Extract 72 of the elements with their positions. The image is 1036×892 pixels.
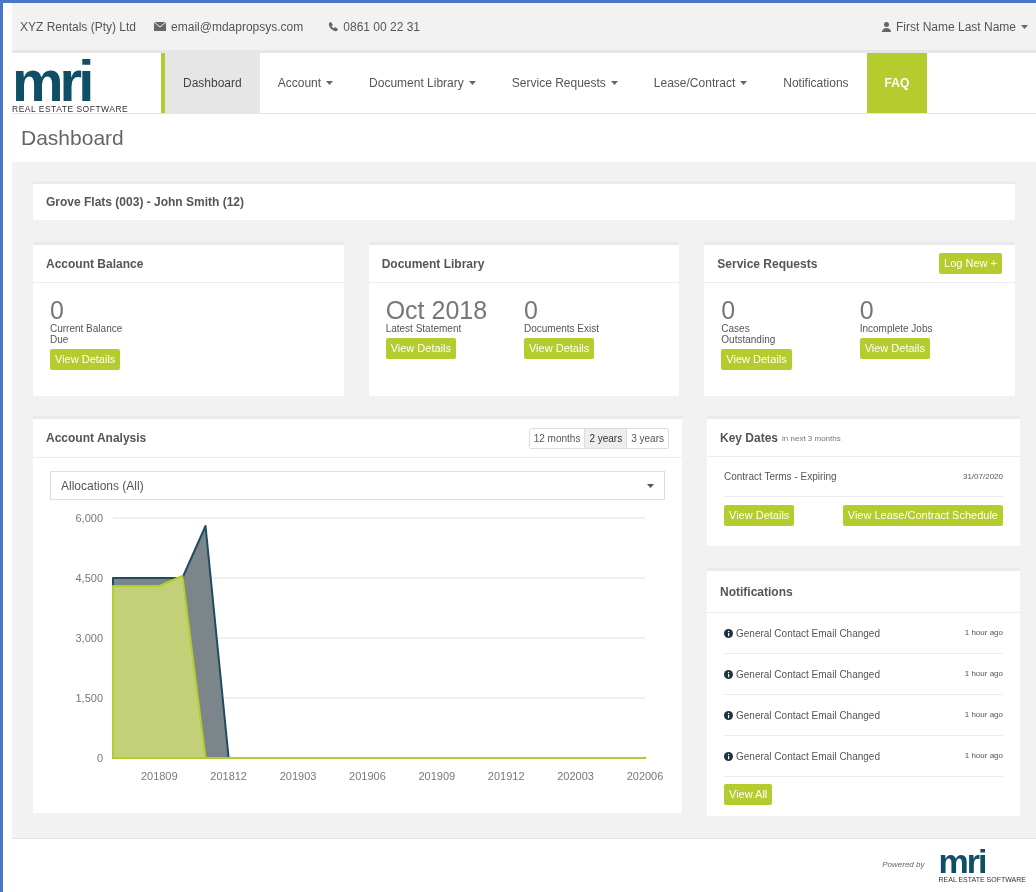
caret-icon (1021, 24, 1028, 29)
user-menu[interactable]: First Name Last Name (881, 17, 1028, 36)
axis-label: 201809 (140, 770, 178, 782)
axis-label: 202003 (557, 770, 594, 782)
stat-value: 0 (50, 297, 64, 323)
email-text: email@mdapropsys.com (171, 18, 304, 36)
key-date-label: Contract Terms - Expiring (724, 470, 837, 484)
company-name: XYZ Rentals (Pty) Ltd (20, 18, 137, 36)
powered-by-text: Powered by (882, 858, 925, 871)
axis-label: 6,000 (75, 512, 103, 524)
phone-text: 0861 00 22 31 (343, 18, 421, 36)
page-title: Dashboard (21, 125, 124, 152)
stat-value: 0 (859, 297, 874, 323)
axis-label: 1,500 (75, 692, 103, 704)
notification-time: 1 hour ago (964, 709, 1003, 721)
axis-label: 3,000 (75, 632, 103, 644)
phone-icon (328, 21, 339, 32)
key-date-value: 31/07/2020 (962, 470, 1003, 483)
axis-label: 201903 (279, 770, 317, 782)
stat-value: 0 (524, 297, 538, 323)
stat-label: Cases Outstanding (721, 323, 777, 345)
info-icon (724, 710, 733, 720)
axis-label: 201912 (487, 770, 525, 782)
notification-text: General Contact Email Changed (736, 708, 880, 723)
card-title: Account Analysis (46, 430, 147, 447)
notification-text: General Contact Email Changed (736, 667, 880, 682)
logo-mark: mri (12, 56, 91, 106)
card-subtitle: in next 3 months (782, 432, 841, 445)
logo-mark: mri (938, 847, 986, 876)
nav-tab[interactable]: Account (259, 53, 352, 113)
stat-label: Incomplete Jobs (859, 323, 934, 334)
nav-tab[interactable]: Lease/Contract (635, 53, 766, 113)
card-title: Key Dates (720, 429, 779, 447)
nav-tab[interactable]: Document Library (351, 53, 494, 113)
caret-icon (647, 483, 654, 488)
info-icon (724, 628, 733, 638)
range-toggle[interactable]: 3 years (626, 428, 668, 448)
card-title: Account Balance (46, 255, 144, 273)
axis-label: 201909 (418, 770, 456, 782)
stat-label: Documents Exist (524, 323, 600, 334)
caret-icon (740, 81, 748, 85)
axis-label: 4,500 (75, 572, 103, 584)
info-icon (724, 751, 733, 761)
stat-value: Oct 2018 (385, 297, 488, 323)
caret-icon (468, 81, 476, 85)
nav-tab[interactable]: Service Requests (493, 53, 636, 113)
notification-time: 1 hour ago (964, 750, 1003, 762)
envelope-icon (154, 22, 167, 31)
stat-value: 0 (721, 297, 736, 323)
logo-tagline: REAL ESTATE SOFTWARE (12, 105, 129, 114)
axis-label: 202006 (626, 770, 664, 782)
notification-time: 1 hour ago (964, 668, 1003, 680)
property-title: Grove Flats (003) - John Smith (12) (46, 194, 245, 211)
card-title: Notifications (720, 583, 793, 601)
caret-icon (326, 81, 334, 85)
nav-tab[interactable]: Dashboard (165, 53, 260, 113)
notification-time: 1 hour ago (964, 627, 1003, 639)
axis-label: 201812 (210, 770, 247, 782)
allocations-dropdown[interactable]: Allocations (All) (50, 471, 665, 500)
info-icon (724, 669, 733, 679)
notification-text: General Contact Email Changed (736, 749, 880, 764)
notification-text: General Contact Email Changed (736, 626, 880, 641)
card-title: Document Library (381, 255, 485, 273)
axis-label: 201906 (349, 770, 386, 782)
stat-label: Latest Statement (385, 323, 463, 334)
card-title: Service Requests (717, 255, 818, 273)
caret-icon (610, 81, 618, 85)
range-toggle[interactable]: 2 years (584, 428, 627, 448)
axis-label: 0 (96, 752, 103, 764)
user-icon (881, 21, 891, 32)
stat-label: Current Balance Due (50, 323, 124, 345)
nav-tab[interactable]: Notifications (765, 53, 867, 113)
